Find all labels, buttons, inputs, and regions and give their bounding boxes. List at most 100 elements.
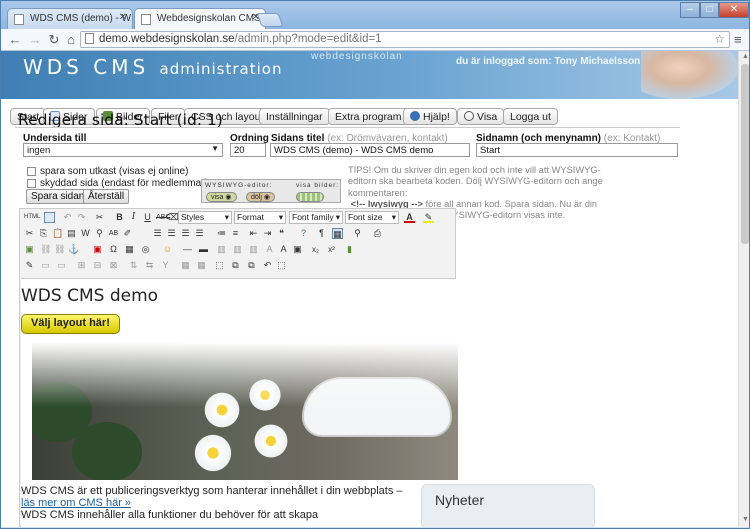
superscript-icon[interactable]: x² (326, 244, 337, 255)
move-icon[interactable]: ⇅ (128, 260, 139, 271)
wysiwyg-hide-button[interactable]: dölj ◉ (246, 192, 275, 202)
menu-logga-ut[interactable]: Logga ut (503, 108, 558, 125)
wysiwyg-show-button[interactable]: visa ◉ (206, 192, 237, 202)
date-icon[interactable]: ▬ (198, 244, 209, 255)
vertical-scrollbar[interactable]: ▲ ▼ (738, 51, 749, 527)
spellcheck-icon[interactable]: ▮ (344, 244, 355, 255)
grid-icon[interactable]: ▦ (180, 260, 191, 271)
align-right-icon[interactable]: ☰ (180, 228, 191, 239)
numbered-list-icon[interactable]: ≡ (230, 228, 241, 239)
subscript-icon[interactable]: x₂ (310, 244, 321, 255)
undersida-select[interactable]: ingen ▼ (23, 143, 223, 157)
paste-icon[interactable]: 📋 (52, 228, 63, 239)
menu-installningar[interactable]: Inställningar (259, 108, 330, 125)
row-icon[interactable]: ▥ (232, 244, 243, 255)
column-icon[interactable]: ▥ (248, 244, 259, 255)
skyddad-checkbox[interactable] (27, 179, 36, 188)
edit-icon[interactable]: ✎ (24, 260, 35, 271)
bold-icon[interactable]: B (114, 212, 125, 223)
embed-icon[interactable]: ◎ (140, 244, 151, 255)
choose-layout-button[interactable]: Välj layout här! (21, 314, 120, 334)
forward-icon[interactable]: → (27, 32, 43, 47)
select-icon[interactable]: ⬚ (214, 260, 225, 271)
maximize-button[interactable]: □ (700, 2, 719, 18)
horizontal-rule-icon[interactable]: — (182, 244, 193, 255)
sidans-titel-input[interactable]: WDS CMS (demo) - WDS CMS demo (270, 143, 470, 157)
split-icon[interactable]: ⊠ (108, 260, 119, 271)
align-left-icon[interactable]: ☰ (152, 228, 163, 239)
insert-image-icon[interactable]: ▣ (292, 244, 303, 255)
delete-icon[interactable]: ⇆ (144, 260, 155, 271)
media-icon[interactable]: ▦ (124, 244, 135, 255)
layer-move-icon[interactable]: ▭ (56, 260, 67, 271)
format-select[interactable]: Format ▾ (234, 211, 286, 224)
minimize-button[interactable]: – (680, 2, 700, 18)
replace-icon[interactable]: AB (108, 228, 119, 239)
address-bar[interactable]: demo.webdesignskolan.se/admin.php?mode=e… (80, 31, 730, 48)
grid-edit-icon[interactable]: ▦ (196, 260, 207, 271)
tab-cms-admin[interactable]: Webdesignskolan CMS - a ✕ (134, 8, 266, 30)
cut-icon[interactable]: ✂ (94, 212, 105, 223)
tab-wds-demo[interactable]: WDS CMS (demo) - WDS ✕ (7, 8, 133, 29)
block-icon[interactable]: ⬚ (276, 260, 287, 271)
fullscreen-icon[interactable] (44, 212, 55, 223)
font-size-select[interactable]: Font size ▾ (345, 211, 399, 224)
align-justify-icon[interactable]: ☰ (194, 228, 205, 239)
back-icon[interactable]: ← (7, 32, 23, 47)
style-icon[interactable]: A (264, 244, 275, 255)
anchor-icon[interactable]: ⚓ (68, 244, 79, 255)
menu-visa[interactable]: Visa (457, 108, 505, 125)
eraser-icon[interactable]: ⌫ (166, 212, 179, 223)
visa-bilder-toggle[interactable] (296, 192, 324, 202)
merge-icon[interactable]: ⊟ (92, 260, 103, 271)
close-icon[interactable]: ✕ (119, 12, 127, 23)
html-icon[interactable]: HTML (24, 212, 40, 223)
font-icon[interactable]: A (278, 244, 289, 255)
ordning-input[interactable]: 20 (230, 143, 266, 157)
styles-select[interactable]: Styles ▾ (178, 211, 232, 224)
copy-block-icon[interactable]: ⧉ (246, 260, 257, 271)
utkast-checkbox[interactable] (27, 167, 36, 176)
cell-icon[interactable]: ⊞ (76, 260, 87, 271)
absolute-icon[interactable]: ⧉ (230, 260, 241, 271)
new-tab-button[interactable] (256, 13, 284, 27)
undo-icon[interactable]: ↶ (262, 260, 273, 271)
link-icon[interactable]: ⛓ (40, 244, 51, 255)
home-icon[interactable]: ⌂ (63, 32, 79, 47)
print-icon[interactable]: ⎙ (372, 228, 383, 239)
scroll-thumb[interactable] (741, 64, 749, 244)
align-center-icon[interactable]: ☰ (166, 228, 177, 239)
menu-hjalp[interactable]: Hjälp! (403, 108, 457, 125)
text-color-icon[interactable]: A (404, 212, 415, 223)
star-icon[interactable]: ☆ (714, 32, 725, 46)
special-char-icon[interactable]: Ω (108, 244, 119, 255)
window-close-button[interactable]: ✕ (719, 2, 749, 18)
font-family-select[interactable]: Font family ▾ (289, 211, 343, 224)
sidnamn-input[interactable]: Start (476, 143, 678, 157)
help-icon[interactable]: ? (298, 228, 309, 239)
image-icon[interactable]: ▣ (24, 244, 35, 255)
highlight-icon[interactable]: ✎ (423, 212, 434, 223)
flash-icon[interactable]: ▣ (92, 244, 103, 255)
outdent-icon[interactable]: ⇤ (248, 228, 259, 239)
brush-icon[interactable]: ✐ (122, 228, 133, 239)
undo-icon[interactable]: ↶ (62, 212, 73, 223)
menu-icon[interactable]: ≡ (734, 32, 742, 47)
copy-icon[interactable]: ⎘ (38, 228, 49, 239)
underline-icon[interactable]: U (142, 212, 153, 223)
preview-icon[interactable]: ⚲ (352, 228, 363, 239)
scroll-down-icon[interactable]: ▼ (742, 516, 749, 523)
paste-text-icon[interactable]: ▤ (66, 228, 77, 239)
indent-icon[interactable]: ⇥ (262, 228, 273, 239)
reload-icon[interactable]: ↻ (46, 32, 62, 48)
layer-icon[interactable]: ▭ (40, 260, 51, 271)
paragraph-icon[interactable]: ¶ (316, 228, 327, 239)
visual-aid-icon[interactable]: ▦ (332, 228, 343, 239)
read-more-link[interactable]: läs mer om CMS här » (21, 497, 131, 509)
italic-icon[interactable]: I (128, 212, 139, 223)
filter-icon[interactable]: Y (160, 260, 171, 271)
reset-button[interactable]: Återställ (83, 189, 130, 204)
emoticon-icon[interactable]: ☺ (162, 244, 173, 255)
scroll-up-icon[interactable]: ▲ (742, 53, 749, 60)
paste-word-icon[interactable]: W (80, 228, 91, 239)
